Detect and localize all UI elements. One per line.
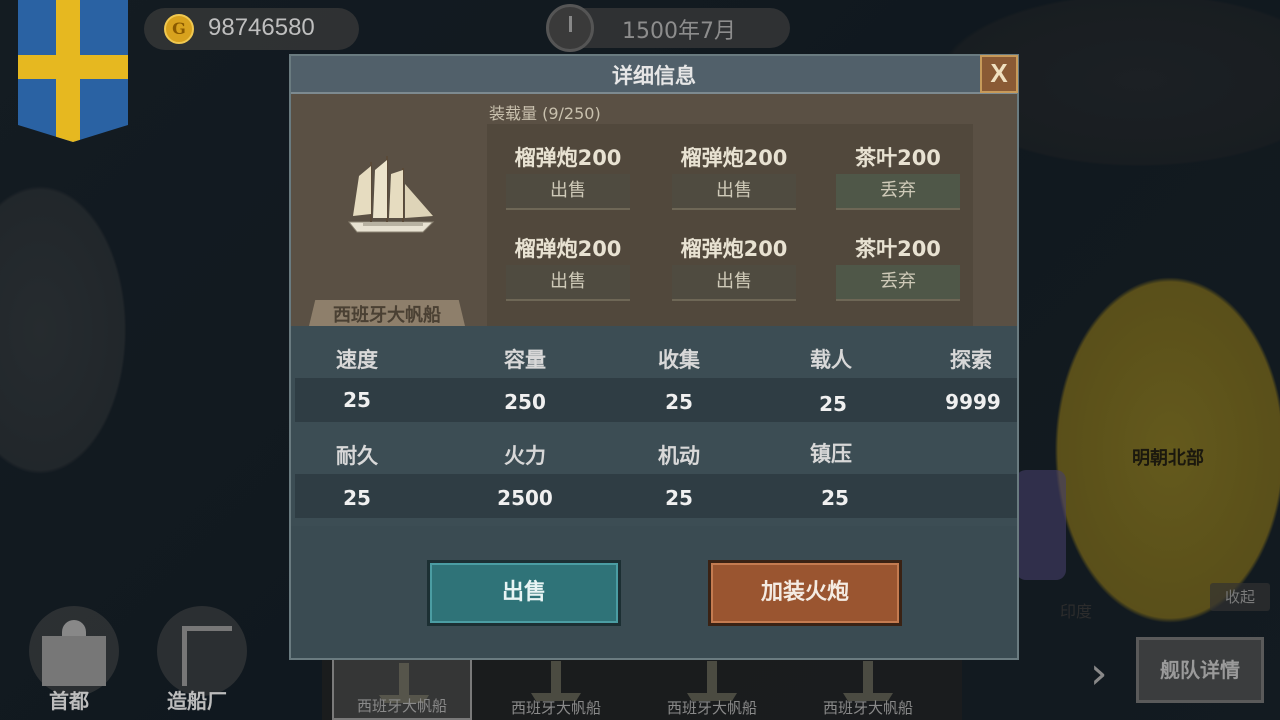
cargo-grid: 榴弹炮200 出售 榴弹炮200 出售 茶叶200 丢弃 榴弹炮200 出售 榴… [487, 124, 973, 326]
cargo-item: 榴弹炮200 出售 [503, 233, 633, 301]
ship-portrait [291, 94, 487, 326]
dialog-title: 详细信息 [612, 64, 696, 88]
close-button[interactable]: X [980, 55, 1018, 93]
stat-value-mobility: 25 [665, 486, 693, 510]
nation-flag-icon[interactable] [18, 0, 128, 142]
cargo-sell-button[interactable]: 出售 [506, 265, 630, 301]
collapse-button[interactable]: 收起 [1210, 583, 1270, 611]
cargo-item: 榴弹炮200 出售 [669, 142, 799, 210]
cargo-panel: 西班牙大帆船 装载量 (9/250) 榴弹炮200 出售 榴弹炮200 出售 茶… [291, 94, 1017, 326]
stat-value-explore: 9999 [945, 390, 1001, 414]
fleet-next-arrow-icon[interactable]: › [1090, 648, 1108, 699]
fleet-detail-button[interactable]: 舰队详情 [1136, 637, 1264, 703]
cargo-item: 茶叶200 丢弃 [833, 142, 963, 210]
stat-label-capacity: 容量 [504, 348, 546, 372]
stat-label-explore: 探索 [950, 348, 992, 372]
game-date: 1500年7月 [622, 19, 736, 44]
stat-value-collect: 25 [665, 390, 693, 414]
cargo-sell-button[interactable]: 出售 [672, 174, 796, 210]
cargo-item: 榴弹炮200 出售 [669, 233, 799, 301]
cargo-item: 榴弹炮200 出售 [503, 142, 633, 210]
crane-icon [182, 626, 232, 686]
shipyard-button[interactable]: 造船厂 [142, 606, 252, 716]
cargo-item-name: 茶叶200 [855, 146, 941, 170]
clock-icon[interactable] [546, 4, 594, 52]
stat-label-firepower: 火力 [504, 444, 546, 468]
cargo-sell-button[interactable]: 出售 [506, 174, 630, 210]
cargo-capacity: 装载量 (9/250) [489, 104, 601, 123]
cargo-item-name: 榴弹炮200 [514, 237, 622, 261]
stat-label-collect: 收集 [658, 348, 700, 372]
stat-label-mobility: 机动 [658, 444, 700, 468]
fleet-ship-slot[interactable]: 西班牙大帆船 [642, 655, 782, 720]
ship-detail-dialog: 详细信息 西班牙大帆船 装载量 (9/250) 榴弹炮200 出售 榴弹炮200… [289, 54, 1019, 660]
stat-value-suppression: 25 [821, 486, 849, 510]
stat-value-firepower: 2500 [497, 486, 553, 510]
sell-ship-button[interactable]: 出售 [427, 560, 621, 626]
stat-value-speed: 25 [343, 388, 371, 412]
ship-icon [531, 661, 581, 701]
capital-label: 首都 [49, 689, 89, 713]
cargo-discard-button[interactable]: 丢弃 [836, 265, 960, 301]
gold-coin-icon: G [164, 14, 194, 44]
stat-label-durability: 耐久 [336, 444, 378, 468]
fleet-ship-label: 西班牙大帆船 [356, 697, 447, 715]
ship-icon [843, 661, 893, 701]
cargo-item-name: 榴弹炮200 [514, 146, 622, 170]
stat-label-speed: 速度 [336, 348, 378, 372]
capital-button[interactable]: 首都 [14, 606, 124, 716]
cargo-item: 茶叶200 丢弃 [833, 233, 963, 301]
stat-value-capacity: 250 [504, 390, 546, 414]
galleon-icon [347, 156, 435, 233]
ship-name: 西班牙大帆船 [333, 305, 441, 326]
cargo-sell-button[interactable]: 出售 [672, 265, 796, 301]
stat-label-crew: 载人 [810, 348, 852, 372]
cargo-item-name: 茶叶200 [855, 237, 941, 261]
fleet-ship-slot[interactable]: 西班牙大帆船 [332, 655, 472, 720]
cargo-item-name: 榴弹炮200 [680, 146, 788, 170]
fleet-ship-slot[interactable]: 西班牙大帆船 [798, 655, 938, 720]
shipyard-label: 造船厂 [167, 689, 227, 713]
ship-icon [687, 661, 737, 701]
fleet-ship-label: 西班牙大帆船 [510, 699, 601, 717]
dialog-title-bar: 详细信息 [291, 56, 1017, 94]
cargo-item-name: 榴弹炮200 [680, 237, 788, 261]
fleet-ship-label: 西班牙大帆船 [822, 699, 913, 717]
stat-label-suppression: 镇压 [810, 442, 852, 466]
fleet-ship-slot[interactable]: 西班牙大帆船 [486, 655, 626, 720]
add-cannon-button[interactable]: 加装火炮 [708, 560, 902, 626]
stat-value-crew: 25 [819, 392, 847, 416]
stat-value-durability: 25 [343, 486, 371, 510]
gold-amount: 98746580 [208, 14, 315, 41]
fleet-ship-label: 西班牙大帆船 [666, 699, 757, 717]
cargo-discard-button[interactable]: 丢弃 [836, 174, 960, 210]
ship-stats: 速度 容量 收集 载人 探索 25 250 25 25 9999 耐久 火力 机… [291, 326, 1017, 526]
